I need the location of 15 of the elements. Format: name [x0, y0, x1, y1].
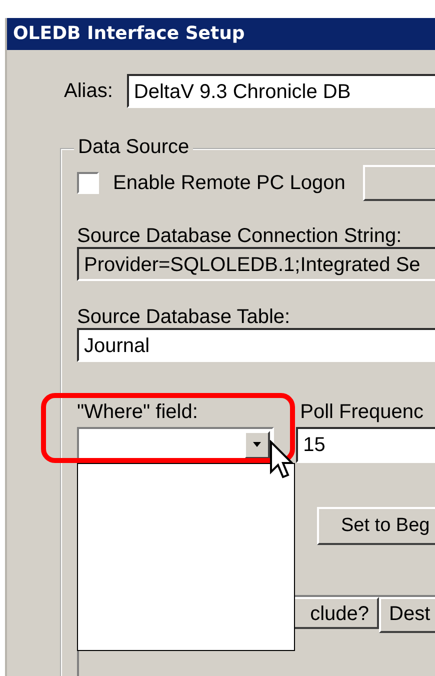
- checkbox-label: Enable Remote PC Logon: [113, 172, 346, 194]
- checkbox[interactable]: [77, 172, 99, 194]
- alias-label: Alias:: [64, 80, 113, 102]
- table-label: Source Database Table:: [77, 306, 292, 328]
- window-title: OLEDB Interface Setup: [7, 18, 435, 50]
- table-field[interactable]: Journal: [77, 328, 435, 362]
- poll-frequency-field[interactable]: 15: [296, 427, 435, 463]
- column-header[interactable]: Dest: [379, 597, 435, 633]
- alias-field[interactable]: DeltaV 9.3 Chronicle DB: [126, 74, 435, 108]
- connection-string-label: Source Database Connection String:: [77, 225, 403, 247]
- poll-frequency-label: Poll Frequenc: [299, 401, 425, 423]
- where-field-label: "Where" field:: [77, 401, 199, 423]
- set-button[interactable]: Set to Beg: [317, 507, 435, 545]
- cursor-icon: [269, 440, 293, 480]
- button[interactable]: [363, 165, 435, 201]
